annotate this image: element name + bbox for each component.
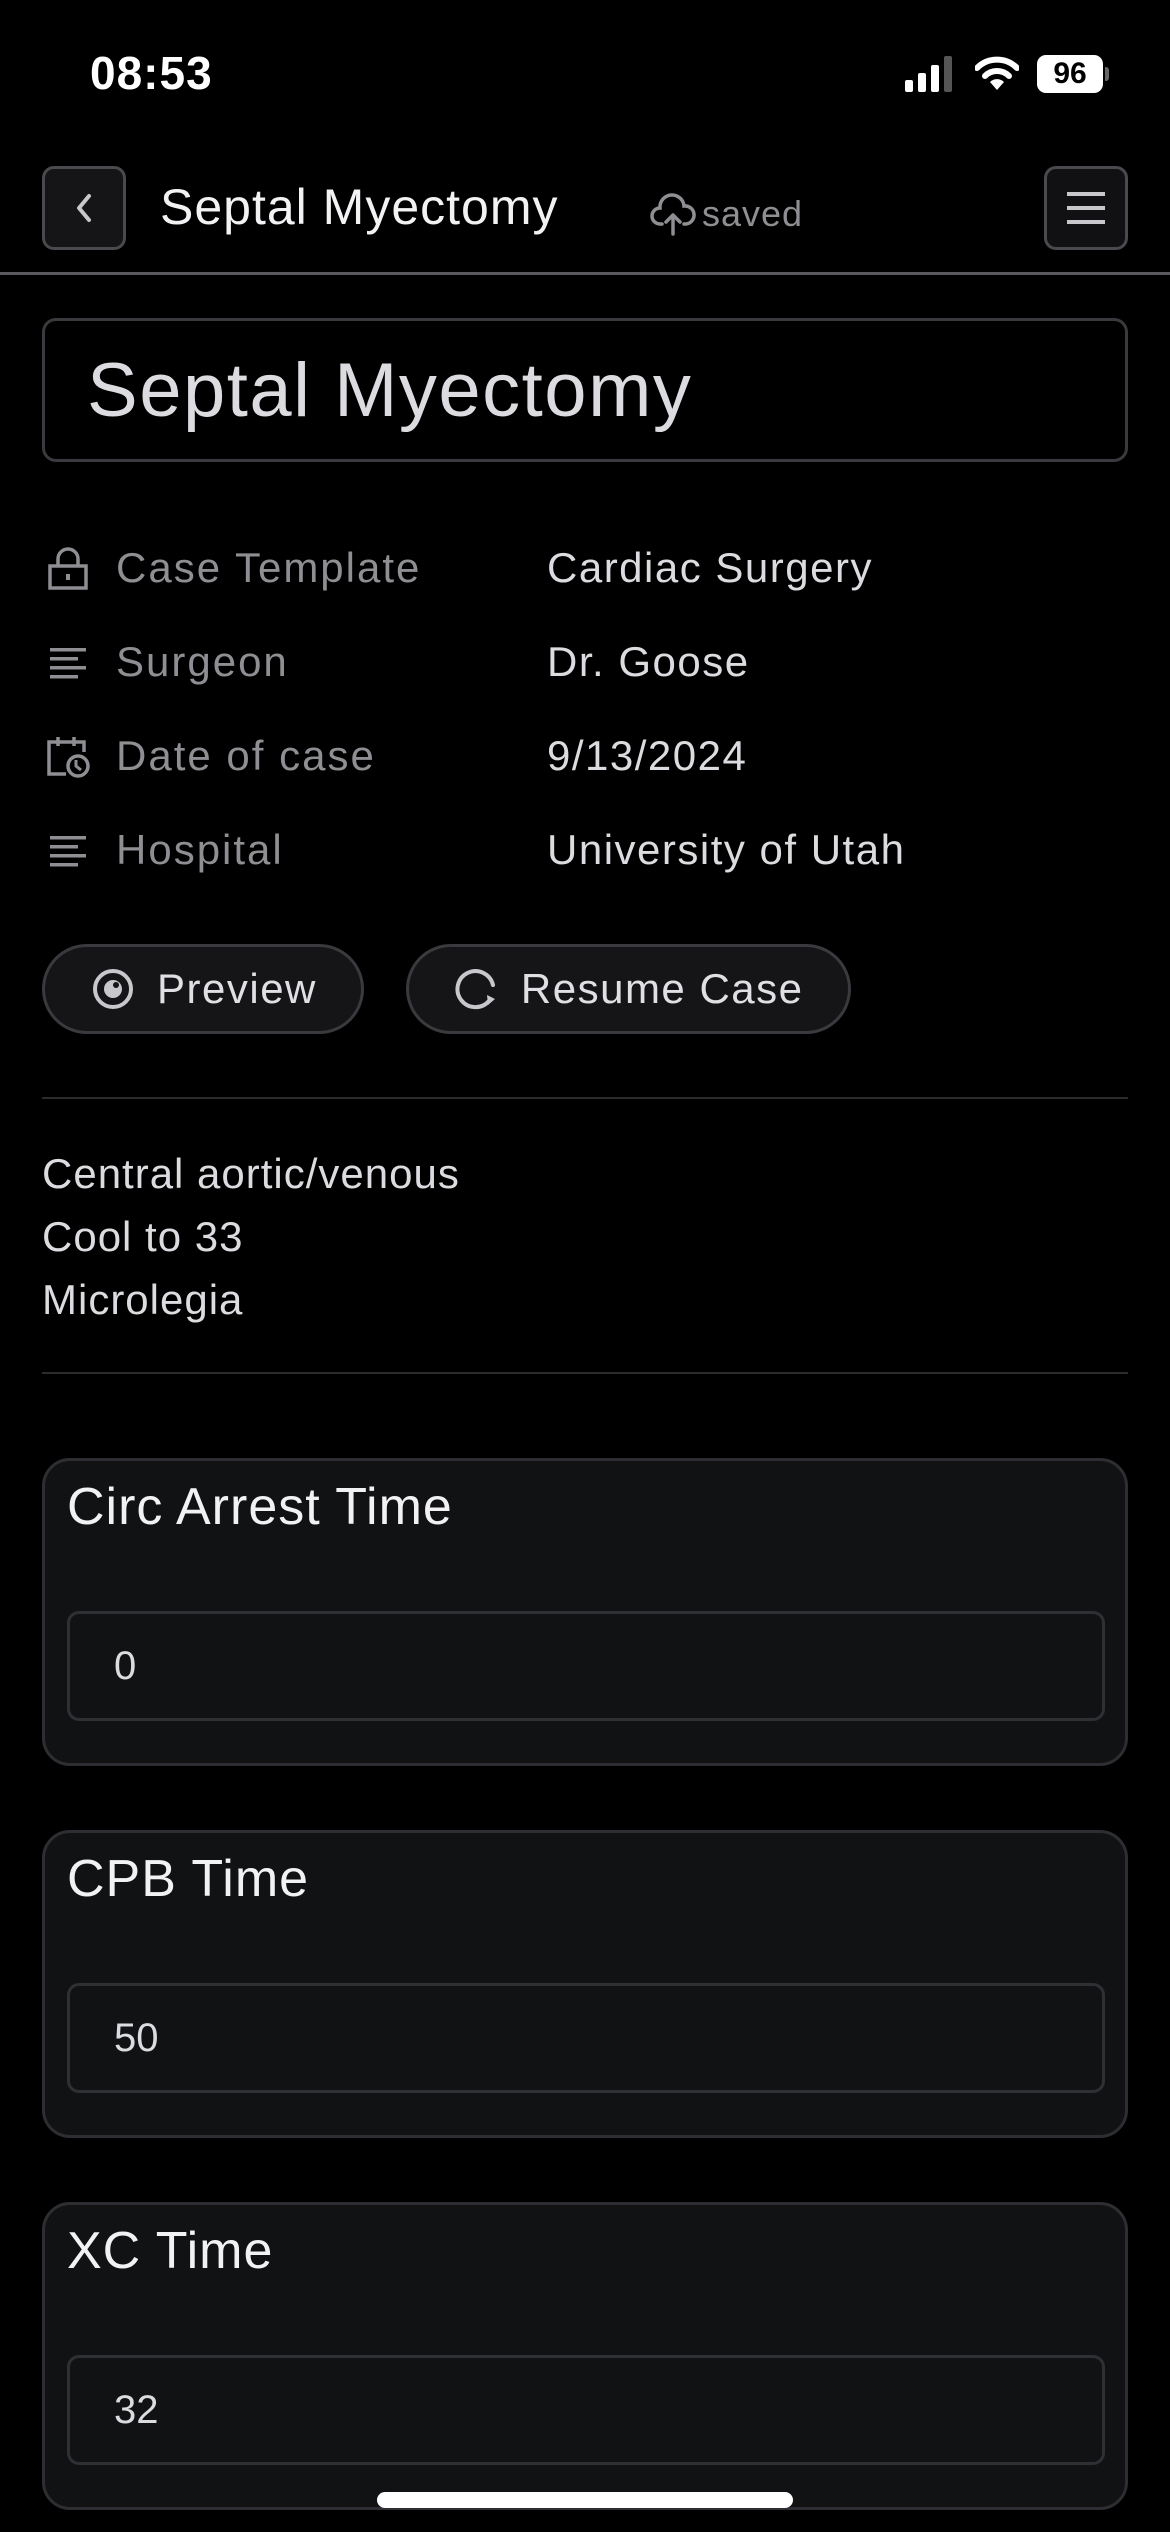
field-card-xc-time: XC Time 32 [42,2202,1128,2510]
page-title: Septal Myectomy [160,179,559,235]
note-line: Cool to 33 [42,1213,244,1260]
note-line: Microlegia [42,1276,244,1323]
preview-button[interactable]: Preview [42,944,364,1034]
detail-value: Dr. Goose [547,638,750,685]
resume-case-label: Resume Case [520,965,804,1012]
detail-label: Case Template [116,544,422,591]
divider [42,1097,1128,1099]
case-title-input[interactable]: Septal Myectomy [42,318,1128,462]
chevron-left-icon [77,194,91,222]
field-label: CPB Time [67,1850,310,1908]
eye-icon [93,969,133,1009]
detail-row-date[interactable]: Date of case 9/13/2024 [42,728,1128,822]
calendar-clock-icon [47,737,90,778]
battery-indicator: 96 [1037,55,1109,93]
case-actions: Preview Resume Case [42,944,851,1034]
back-button[interactable] [42,166,126,250]
hamburger-menu-icon [1067,192,1105,224]
saved-label: saved [702,193,804,234]
battery-nub [1105,67,1109,81]
home-indicator[interactable] [377,2492,793,2508]
case-details: Case Template Cardiac Surgery Surgeon Dr… [42,540,1128,916]
resume-case-button[interactable]: Resume Case [405,944,851,1034]
refresh-icon [455,969,495,1010]
circ-arrest-time-input[interactable]: 0 [67,1611,1105,1721]
xc-time-input[interactable]: 32 [67,2355,1105,2465]
text-lines-icon [50,836,86,867]
divider [42,1372,1128,1374]
menu-button[interactable] [1044,166,1128,250]
case-notes: Central aortic/venous Cool to 33 Microle… [42,1142,460,1331]
detail-value: Cardiac Surgery [547,544,873,591]
field-card-circ-arrest-time: Circ Arrest Time 0 [42,1458,1128,1766]
battery-level: 96 [1037,55,1103,93]
save-status: saved [650,192,803,236]
navigation-bar: Septal Myectomy saved [0,150,1170,275]
note-line: Central aortic/venous [42,1150,460,1197]
detail-label: Hospital [116,826,284,873]
cpb-time-input[interactable]: 50 [67,1983,1105,2093]
detail-label: Date of case [116,732,376,779]
text-lines-icon [50,648,86,679]
preview-label: Preview [157,965,317,1012]
detail-label: Surgeon [116,638,289,685]
case-title-value: Septal Myectomy [87,347,693,433]
lock-icon [48,547,88,590]
field-label: XC Time [67,2222,274,2280]
detail-row-case-template[interactable]: Case Template Cardiac Surgery [42,540,1128,634]
field-label: Circ Arrest Time [67,1478,453,1536]
cellular-signal-icon [905,56,952,92]
detail-row-hospital[interactable]: Hospital University of Utah [42,822,1128,916]
cloud-upload-icon [650,193,696,236]
detail-value: 9/13/2024 [547,732,748,779]
detail-row-surgeon[interactable]: Surgeon Dr. Goose [42,634,1128,728]
field-card-cpb-time: CPB Time 50 [42,1830,1128,2138]
status-time: 08:53 [90,47,213,99]
status-bar: 08:53 96 [0,0,1170,150]
wifi-icon [975,56,1019,90]
detail-value: University of Utah [547,826,906,873]
